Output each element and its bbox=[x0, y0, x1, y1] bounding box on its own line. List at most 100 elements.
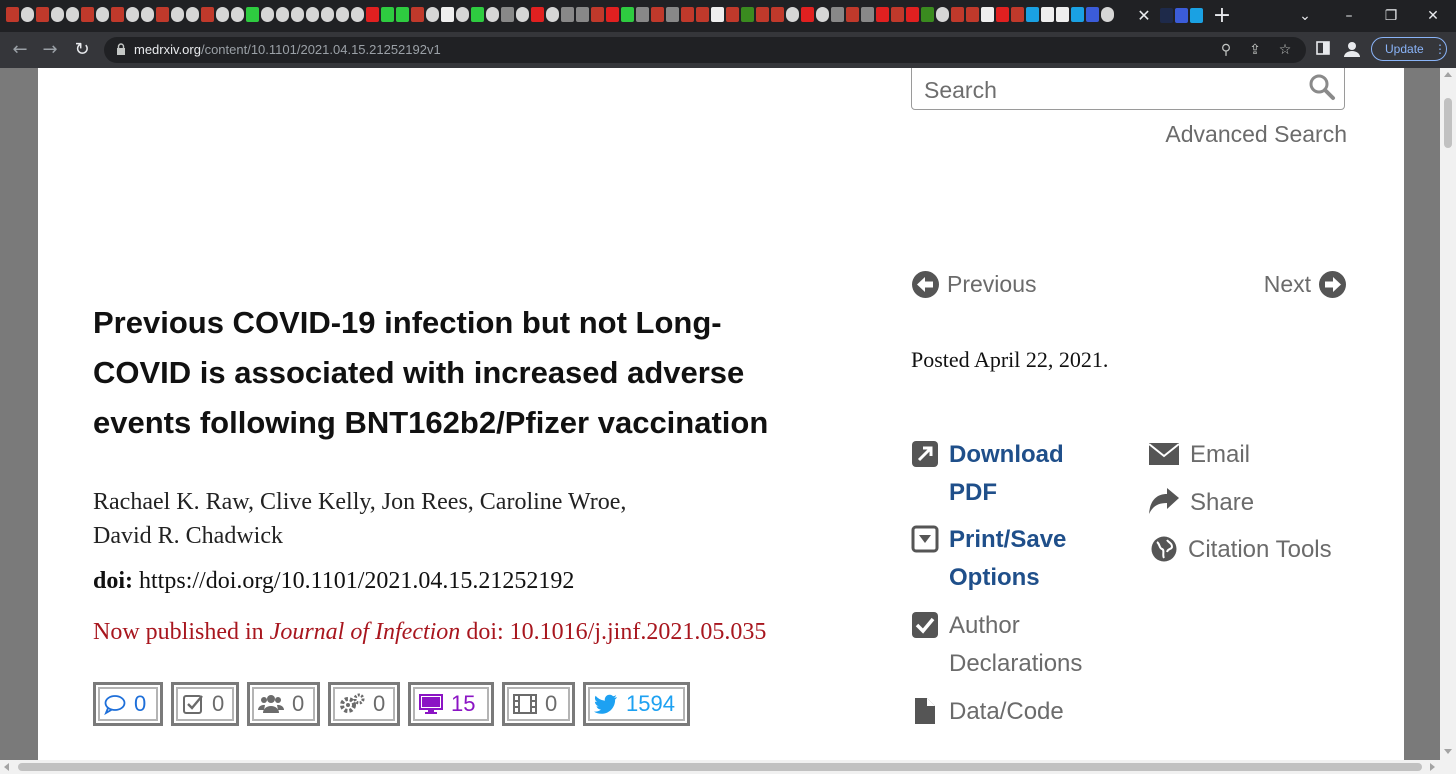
metric-reviews[interactable]: 0 bbox=[171, 682, 239, 726]
tab-favicon-14[interactable] bbox=[216, 7, 229, 22]
tab-favicon-40[interactable] bbox=[606, 7, 619, 22]
authors-line-2[interactable]: David R. Chadwick bbox=[93, 519, 733, 553]
tab-favicon-54[interactable] bbox=[816, 7, 829, 22]
tab-favicon-44[interactable] bbox=[666, 7, 679, 22]
minimize-button[interactable]: – bbox=[1334, 4, 1364, 28]
tab-favicon-39[interactable] bbox=[591, 7, 604, 22]
tab-favicon-69[interactable] bbox=[1041, 7, 1054, 22]
tab-favicon-27[interactable] bbox=[411, 7, 424, 22]
tab-favicon-21[interactable] bbox=[321, 7, 334, 22]
tab-favicon-3[interactable] bbox=[51, 7, 64, 22]
tab-favicon-right-0[interactable] bbox=[1160, 8, 1173, 23]
download-pdf-link[interactable]: Download PDF bbox=[911, 436, 1064, 512]
restore-button[interactable]: ❐ bbox=[1376, 4, 1406, 28]
share-page-icon[interactable]: ⇪ bbox=[1247, 42, 1263, 58]
close-window-button[interactable]: ✕ bbox=[1418, 4, 1448, 28]
scroll-right-arrow-icon[interactable] bbox=[1430, 763, 1435, 771]
new-tab-button[interactable]: + bbox=[1212, 4, 1232, 28]
profile-icon[interactable] bbox=[1342, 39, 1362, 59]
tab-favicon-41[interactable] bbox=[621, 7, 634, 22]
tab-favicon-58[interactable] bbox=[876, 7, 889, 22]
next-link[interactable]: Next bbox=[1264, 269, 1347, 299]
tab-favicon-65[interactable] bbox=[981, 7, 994, 22]
tab-favicon-29[interactable] bbox=[441, 7, 454, 22]
tab-favicon-26[interactable] bbox=[396, 7, 409, 22]
address-bar[interactable]: medrxiv.org/content/10.1101/2021.04.15.2… bbox=[104, 37, 1306, 63]
metric-community[interactable]: 0 bbox=[247, 682, 320, 726]
tab-favicon-71[interactable] bbox=[1071, 7, 1084, 22]
advanced-search-link[interactable]: Advanced Search bbox=[1165, 120, 1347, 148]
metric-tools[interactable]: 0 bbox=[328, 682, 400, 726]
tab-favicon-31[interactable] bbox=[471, 7, 484, 22]
citation-tools-link[interactable]: Citation Tools bbox=[1148, 531, 1332, 569]
tab-favicon-18[interactable] bbox=[276, 7, 289, 22]
tab-favicon-28[interactable] bbox=[426, 7, 439, 22]
tab-favicon-36[interactable] bbox=[546, 7, 559, 22]
tab-favicon-64[interactable] bbox=[966, 7, 979, 22]
tab-favicon-25[interactable] bbox=[381, 7, 394, 22]
vertical-scrollbar[interactable] bbox=[1440, 68, 1456, 760]
tab-favicon-70[interactable] bbox=[1056, 7, 1069, 22]
tab-favicon-10[interactable] bbox=[156, 7, 169, 22]
tab-favicon-32[interactable] bbox=[486, 7, 499, 22]
metric-twitter[interactable]: 1594 bbox=[583, 682, 690, 726]
tab-favicon-33[interactable] bbox=[501, 7, 514, 22]
tab-favicon-45[interactable] bbox=[681, 7, 694, 22]
tab-favicon-5[interactable] bbox=[81, 7, 94, 22]
tab-favicon-66[interactable] bbox=[996, 7, 1009, 22]
back-arrow-icon[interactable]: ← bbox=[10, 40, 30, 60]
tab-favicon-9[interactable] bbox=[141, 7, 154, 22]
tab-favicon-50[interactable] bbox=[756, 7, 769, 22]
update-button[interactable]: Update ⋮ bbox=[1371, 37, 1447, 61]
tab-favicon-56[interactable] bbox=[846, 7, 859, 22]
tab-favicon-52[interactable] bbox=[786, 7, 799, 22]
author-declarations-link[interactable]: Author Declarations bbox=[911, 607, 1082, 683]
search-input[interactable]: Search bbox=[911, 68, 1345, 110]
menu-dots-icon[interactable]: ⋮ bbox=[1434, 41, 1446, 57]
tab-favicon-11[interactable] bbox=[171, 7, 184, 22]
tab-favicon-24[interactable] bbox=[366, 7, 379, 22]
search-icon[interactable] bbox=[1308, 73, 1336, 101]
tab-favicon-46[interactable] bbox=[696, 7, 709, 22]
doi-link[interactable]: https://doi.org/10.1101/2021.04.15.21252… bbox=[139, 568, 574, 594]
scroll-left-arrow-icon[interactable] bbox=[4, 763, 9, 771]
reload-icon[interactable]: ↻ bbox=[72, 40, 92, 60]
metric-blogs[interactable]: 15 bbox=[408, 682, 494, 726]
tab-favicon-60[interactable] bbox=[906, 7, 919, 22]
tab-favicon-59[interactable] bbox=[891, 7, 904, 22]
tab-favicon-17[interactable] bbox=[261, 7, 274, 22]
authors-line-1[interactable]: Rachael K. Raw, Clive Kelly, Jon Rees, C… bbox=[93, 485, 733, 519]
tab-favicon-22[interactable] bbox=[336, 7, 349, 22]
tab-favicon-63[interactable] bbox=[951, 7, 964, 22]
tab-favicon-35[interactable] bbox=[531, 7, 544, 22]
tab-close-icon[interactable]: ✕ bbox=[1137, 6, 1151, 26]
tab-favicon-49[interactable] bbox=[741, 7, 754, 22]
previous-link[interactable]: Previous bbox=[911, 269, 1036, 299]
tab-favicon-16[interactable] bbox=[246, 7, 259, 22]
tab-favicon-12[interactable] bbox=[186, 7, 199, 22]
tab-favicon-53[interactable] bbox=[801, 7, 814, 22]
tab-favicon-13[interactable] bbox=[201, 7, 214, 22]
tab-favicon-47[interactable] bbox=[711, 7, 724, 22]
bookmark-star-icon[interactable]: ☆ bbox=[1277, 42, 1293, 58]
tab-favicon-61[interactable] bbox=[921, 7, 934, 22]
tab-favicon-0[interactable] bbox=[6, 7, 19, 22]
scroll-down-arrow-icon[interactable] bbox=[1444, 749, 1452, 754]
tab-favicon-73[interactable] bbox=[1101, 7, 1114, 22]
scroll-up-arrow-icon[interactable] bbox=[1444, 72, 1452, 77]
metric-comments[interactable]: 0 bbox=[93, 682, 163, 726]
horizontal-scrollbar[interactable] bbox=[0, 760, 1456, 774]
tab-favicon-51[interactable] bbox=[771, 7, 784, 22]
data-code-link[interactable]: Data/Code bbox=[911, 693, 1064, 731]
tab-favicon-67[interactable] bbox=[1011, 7, 1024, 22]
tab-favicon-6[interactable] bbox=[96, 7, 109, 22]
tab-favicon-42[interactable] bbox=[636, 7, 649, 22]
zoom-icon[interactable]: ⚲ bbox=[1218, 42, 1234, 58]
tab-favicon-55[interactable] bbox=[831, 7, 844, 22]
email-link[interactable]: Email bbox=[1148, 436, 1250, 474]
tab-favicon-23[interactable] bbox=[351, 7, 364, 22]
tab-favicon-1[interactable] bbox=[21, 7, 34, 22]
tab-favicon-15[interactable] bbox=[231, 7, 244, 22]
tab-favicon-37[interactable] bbox=[561, 7, 574, 22]
metric-media[interactable]: 0 bbox=[502, 682, 575, 726]
